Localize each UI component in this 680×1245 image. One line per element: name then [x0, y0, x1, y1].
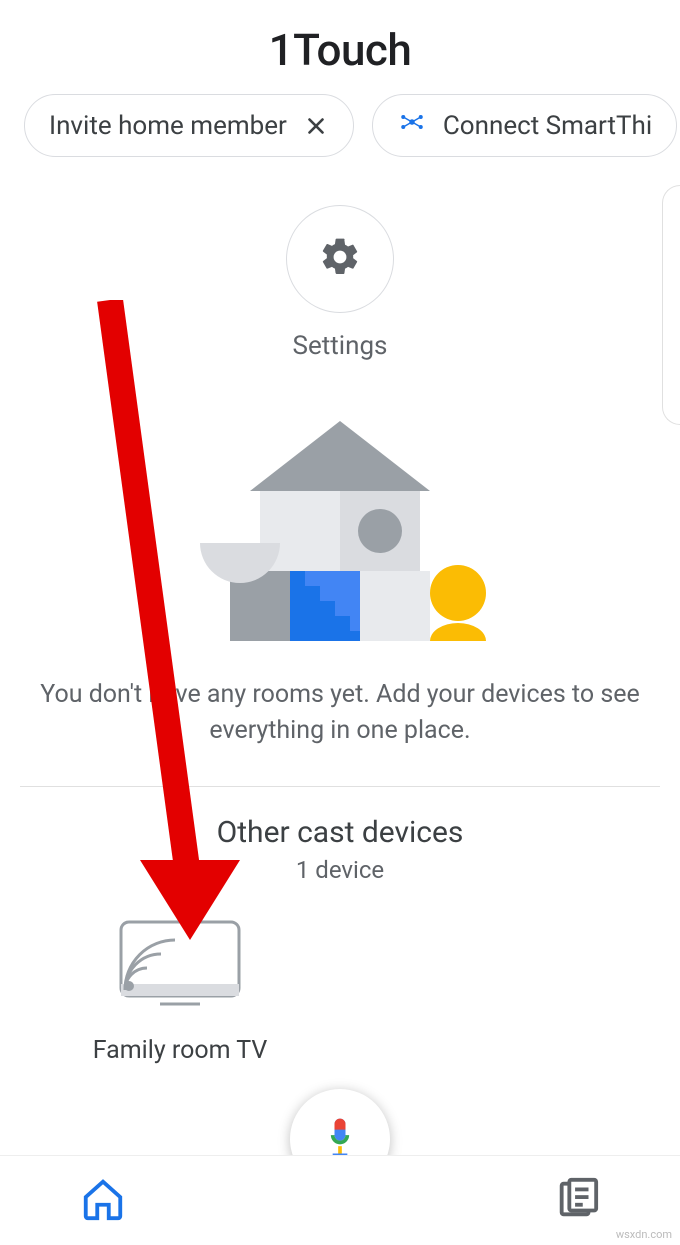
- chip-label: Connect SmartThi: [443, 111, 652, 141]
- bottom-nav: [0, 1155, 680, 1245]
- watermark: wsxdn.com: [616, 1228, 672, 1241]
- suggestion-chips: Invite home member Connect SmartThi: [0, 94, 680, 157]
- home-tab-icon[interactable]: [80, 1176, 126, 1226]
- smartthings-icon: [397, 107, 427, 144]
- chip-label: Invite home member: [49, 111, 287, 141]
- other-cast-count: 1 device: [0, 856, 680, 884]
- settings-button[interactable]: Settings: [0, 205, 680, 361]
- gear-icon: [318, 235, 362, 283]
- tv-cast-icon: [115, 918, 245, 1018]
- other-cast-title: Other cast devices: [0, 815, 680, 850]
- close-icon[interactable]: [303, 113, 329, 139]
- settings-label: Settings: [293, 331, 388, 361]
- connect-smartthings-chip[interactable]: Connect SmartThi: [372, 94, 677, 157]
- divider: [20, 786, 660, 787]
- invite-home-member-chip[interactable]: Invite home member: [24, 94, 354, 157]
- feed-tab-icon[interactable]: [554, 1176, 600, 1226]
- settings-circle[interactable]: [286, 205, 394, 313]
- edge-pull-tab[interactable]: [662, 185, 680, 425]
- home-title: 1Touch: [0, 0, 680, 94]
- cast-device-tile[interactable]: Family room TV: [70, 918, 290, 1065]
- empty-rooms-message: You don't have any rooms yet. Add your d…: [0, 677, 680, 750]
- device-name: Family room TV: [93, 1036, 268, 1065]
- house-illustration: [0, 421, 680, 641]
